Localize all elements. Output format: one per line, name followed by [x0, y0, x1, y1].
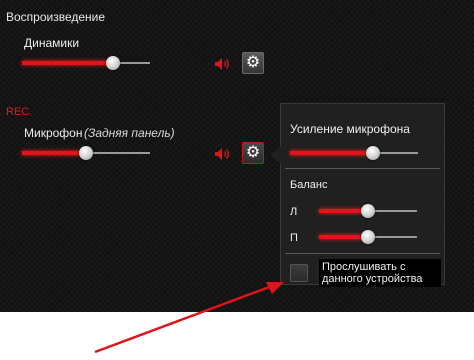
annotation-arrow — [94, 282, 284, 354]
